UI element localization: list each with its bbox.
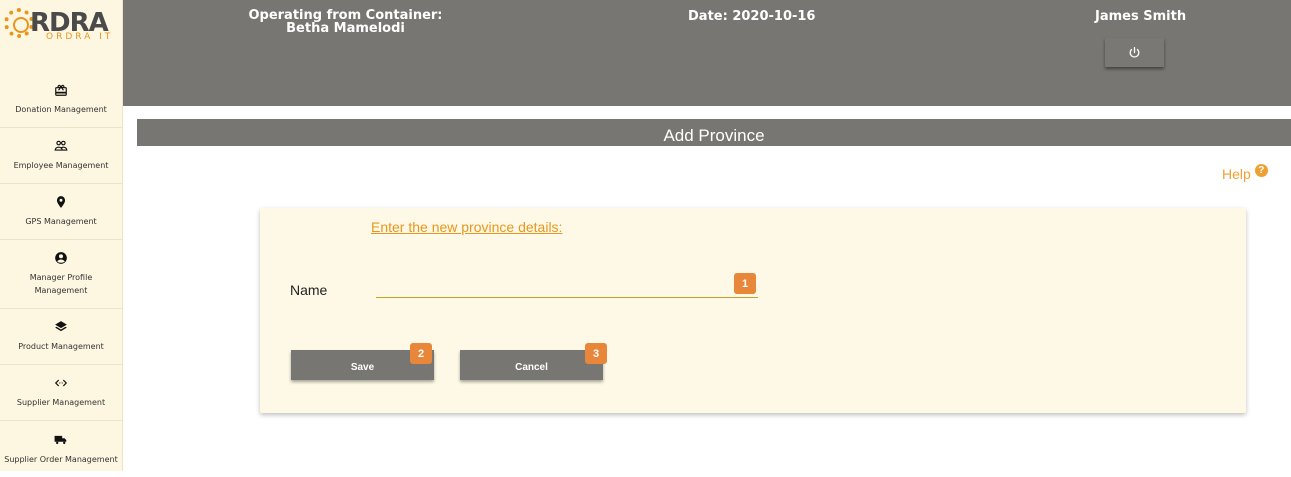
sidebar-item-supplier-order-management[interactable]: Supplier Order Management [0,421,122,477]
sidebar-item-label: Supplier Management [16,398,106,407]
code-arrows-icon [54,379,68,387]
help-label: Help [1222,166,1251,182]
logo: RDRA ORDRA IT [0,0,122,72]
cancel-button[interactable]: Cancel [460,350,603,380]
sidebar-item-donation-management[interactable]: Donation Management [0,72,122,128]
gift-icon [55,84,67,96]
page-title: Add Province [137,119,1291,146]
help-icon: ? [1254,163,1268,177]
people-icon [54,140,68,151]
sidebar-item-label: Supplier Order Management [4,454,118,464]
power-icon [1129,46,1140,58]
sidebar-item-label: Product Management [18,342,104,351]
container-name: Betha Mamelodi [286,21,405,36]
form-heading: Enter the new province details: [371,219,563,235]
name-label: Name [290,282,328,298]
operating-container: Operating from Container: Betha Mamelodi [123,9,568,35]
sidebar-item-label: Manager Profile Management [29,273,93,295]
sidebar: RDRA ORDRA IT Donation Management Employ… [0,0,123,471]
sidebar-item-manager-profile-management[interactable]: Manager Profile Management [0,240,122,309]
marker-badge-3: 3 [585,343,607,364]
sidebar-item-label: Donation Management [15,105,107,114]
sidebar-item-employee-management[interactable]: Employee Management [0,128,122,184]
location-pin-icon [56,196,66,208]
account-circle-icon [55,252,67,264]
top-bar: Operating from Container: Betha Mamelodi… [123,0,1291,106]
sidebar-item-supplier-management[interactable]: Supplier Management [0,365,122,421]
marker-badge-1: 1 [734,273,756,294]
logo-subtext: ORDRA IT [46,32,114,42]
current-date: Date: 2020-10-16 [688,9,816,24]
sidebar-item-label: GPS Management [25,217,97,226]
truck-icon [54,435,67,444]
help-link[interactable]: Help ? [1222,163,1268,182]
layers-icon [55,321,67,332]
name-input[interactable] [376,276,758,298]
sidebar-item-gps-management[interactable]: GPS Management [0,184,122,240]
sidebar-item-label: Employee Management [13,161,109,170]
logout-button[interactable] [1105,38,1164,67]
sidebar-item-product-management[interactable]: Product Management [0,309,122,365]
marker-badge-2: 2 [410,343,432,364]
user-name: James Smith [1095,9,1187,24]
province-form-card: Enter the new province details: Name 1 S… [260,208,1246,413]
